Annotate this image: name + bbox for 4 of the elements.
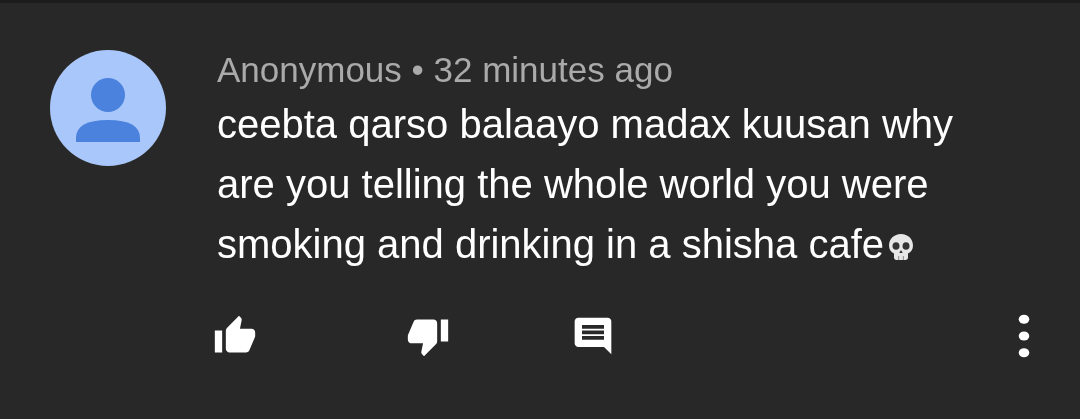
more-button[interactable] [1018,314,1030,358]
comment-text: ceebta qarso balaayo madax kuusan why are you telling the whole world you were smoking and drinking in a shisha cafe [217,101,954,268]
avatar-icon [50,50,166,166]
comment-meta: Anonymous • 32 minutes ago [217,49,674,91]
